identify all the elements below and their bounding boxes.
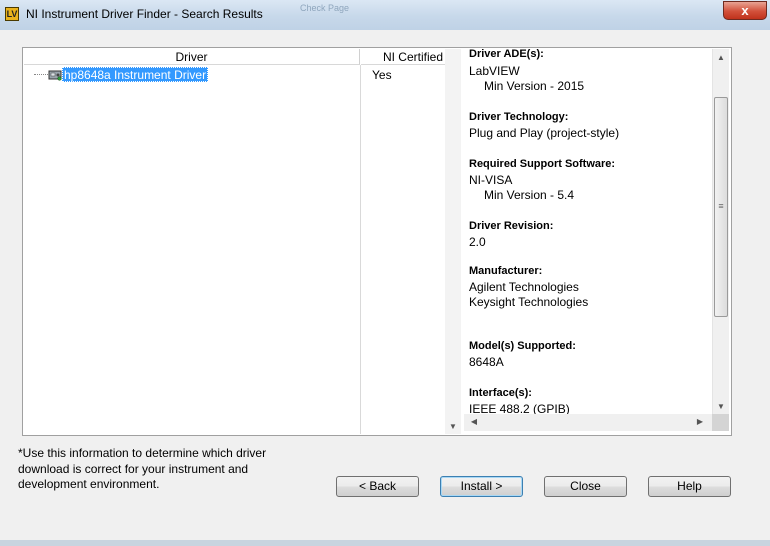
label-interfaces: Interface(s): [469,387,532,399]
scrollbar-corner [712,414,729,431]
back-button[interactable]: < Back [336,476,419,497]
column-header-driver[interactable]: Driver [24,49,360,65]
labview-icon: LV [5,7,19,21]
driver-list[interactable]: Driver NI Certified hp8648a Instrument D… [24,49,461,434]
scroll-up-icon[interactable]: ▲ [713,53,729,62]
value-driver-ade-min: Min Version - 2015 [484,79,585,93]
value-visa-min-version: Min Version - 5.4 [484,188,575,202]
install-button[interactable]: Install > [440,476,523,497]
scroll-down-icon[interactable]: ▼ [445,422,461,431]
driver-certified: Yes [372,68,392,82]
label-driver-technology: Driver Technology: [469,111,569,123]
close-window-button[interactable]: x [723,1,767,20]
details-vertical-scrollbar[interactable]: ▲ ≡ ▼ [712,49,729,414]
scroll-left-icon[interactable]: ◀ [466,417,482,426]
window-title: NI Instrument Driver Finder - Search Res… [26,7,263,21]
scroll-right-icon[interactable]: ▶ [692,417,708,426]
value-required-support-software: NI-VISA [469,173,513,187]
label-models-supported: Model(s) Supported: [469,340,576,352]
value-models-supported: 8648A [469,355,504,369]
value-driver-ade: LabVIEW [469,64,520,78]
label-required-support-software: Required Support Software: [469,158,616,170]
details-horizontal-scrollbar[interactable]: ◀ ▶ [464,414,712,431]
value-manufacturer-2: Keysight Technologies [469,295,589,309]
info-note: *Use this information to determine which… [18,446,267,491]
label-driver-ade: Driver ADE(s): [469,49,544,60]
driver-row[interactable]: hp8648a Instrument Driver Yes [24,67,445,83]
driver-name[interactable]: hp8648a Instrument Driver [62,67,209,82]
tree-connector [34,74,48,75]
instrument-driver-icon [48,70,62,81]
scroll-down-icon[interactable]: ▼ [713,402,729,411]
close-button[interactable]: Close [544,476,627,497]
value-manufacturer-1: Agilent Technologies [469,280,579,294]
column-header-ni-certified[interactable]: NI Certified [361,49,445,65]
label-driver-revision: Driver Revision: [469,220,554,232]
driver-details-panel: Driver ADE(s): LabVIEW Min Version - 201… [464,49,712,414]
value-driver-revision: 2.0 [469,235,486,249]
background-window-text: Check Page [300,3,350,13]
value-driver-technology: Plug and Play (project-style) [469,126,620,140]
window-bottom-edge [0,540,770,546]
scroll-thumb[interactable]: ≡ [714,97,728,317]
column-divider [360,65,361,434]
help-button[interactable]: Help [648,476,731,497]
title-bar: LV NI Instrument Driver Finder - Search … [0,0,770,30]
label-manufacturer: Manufacturer: [469,265,543,277]
list-vertical-scrollbar[interactable]: ▼ [445,49,461,434]
value-interfaces: IEEE 488.2 (GPIB) [469,402,570,414]
